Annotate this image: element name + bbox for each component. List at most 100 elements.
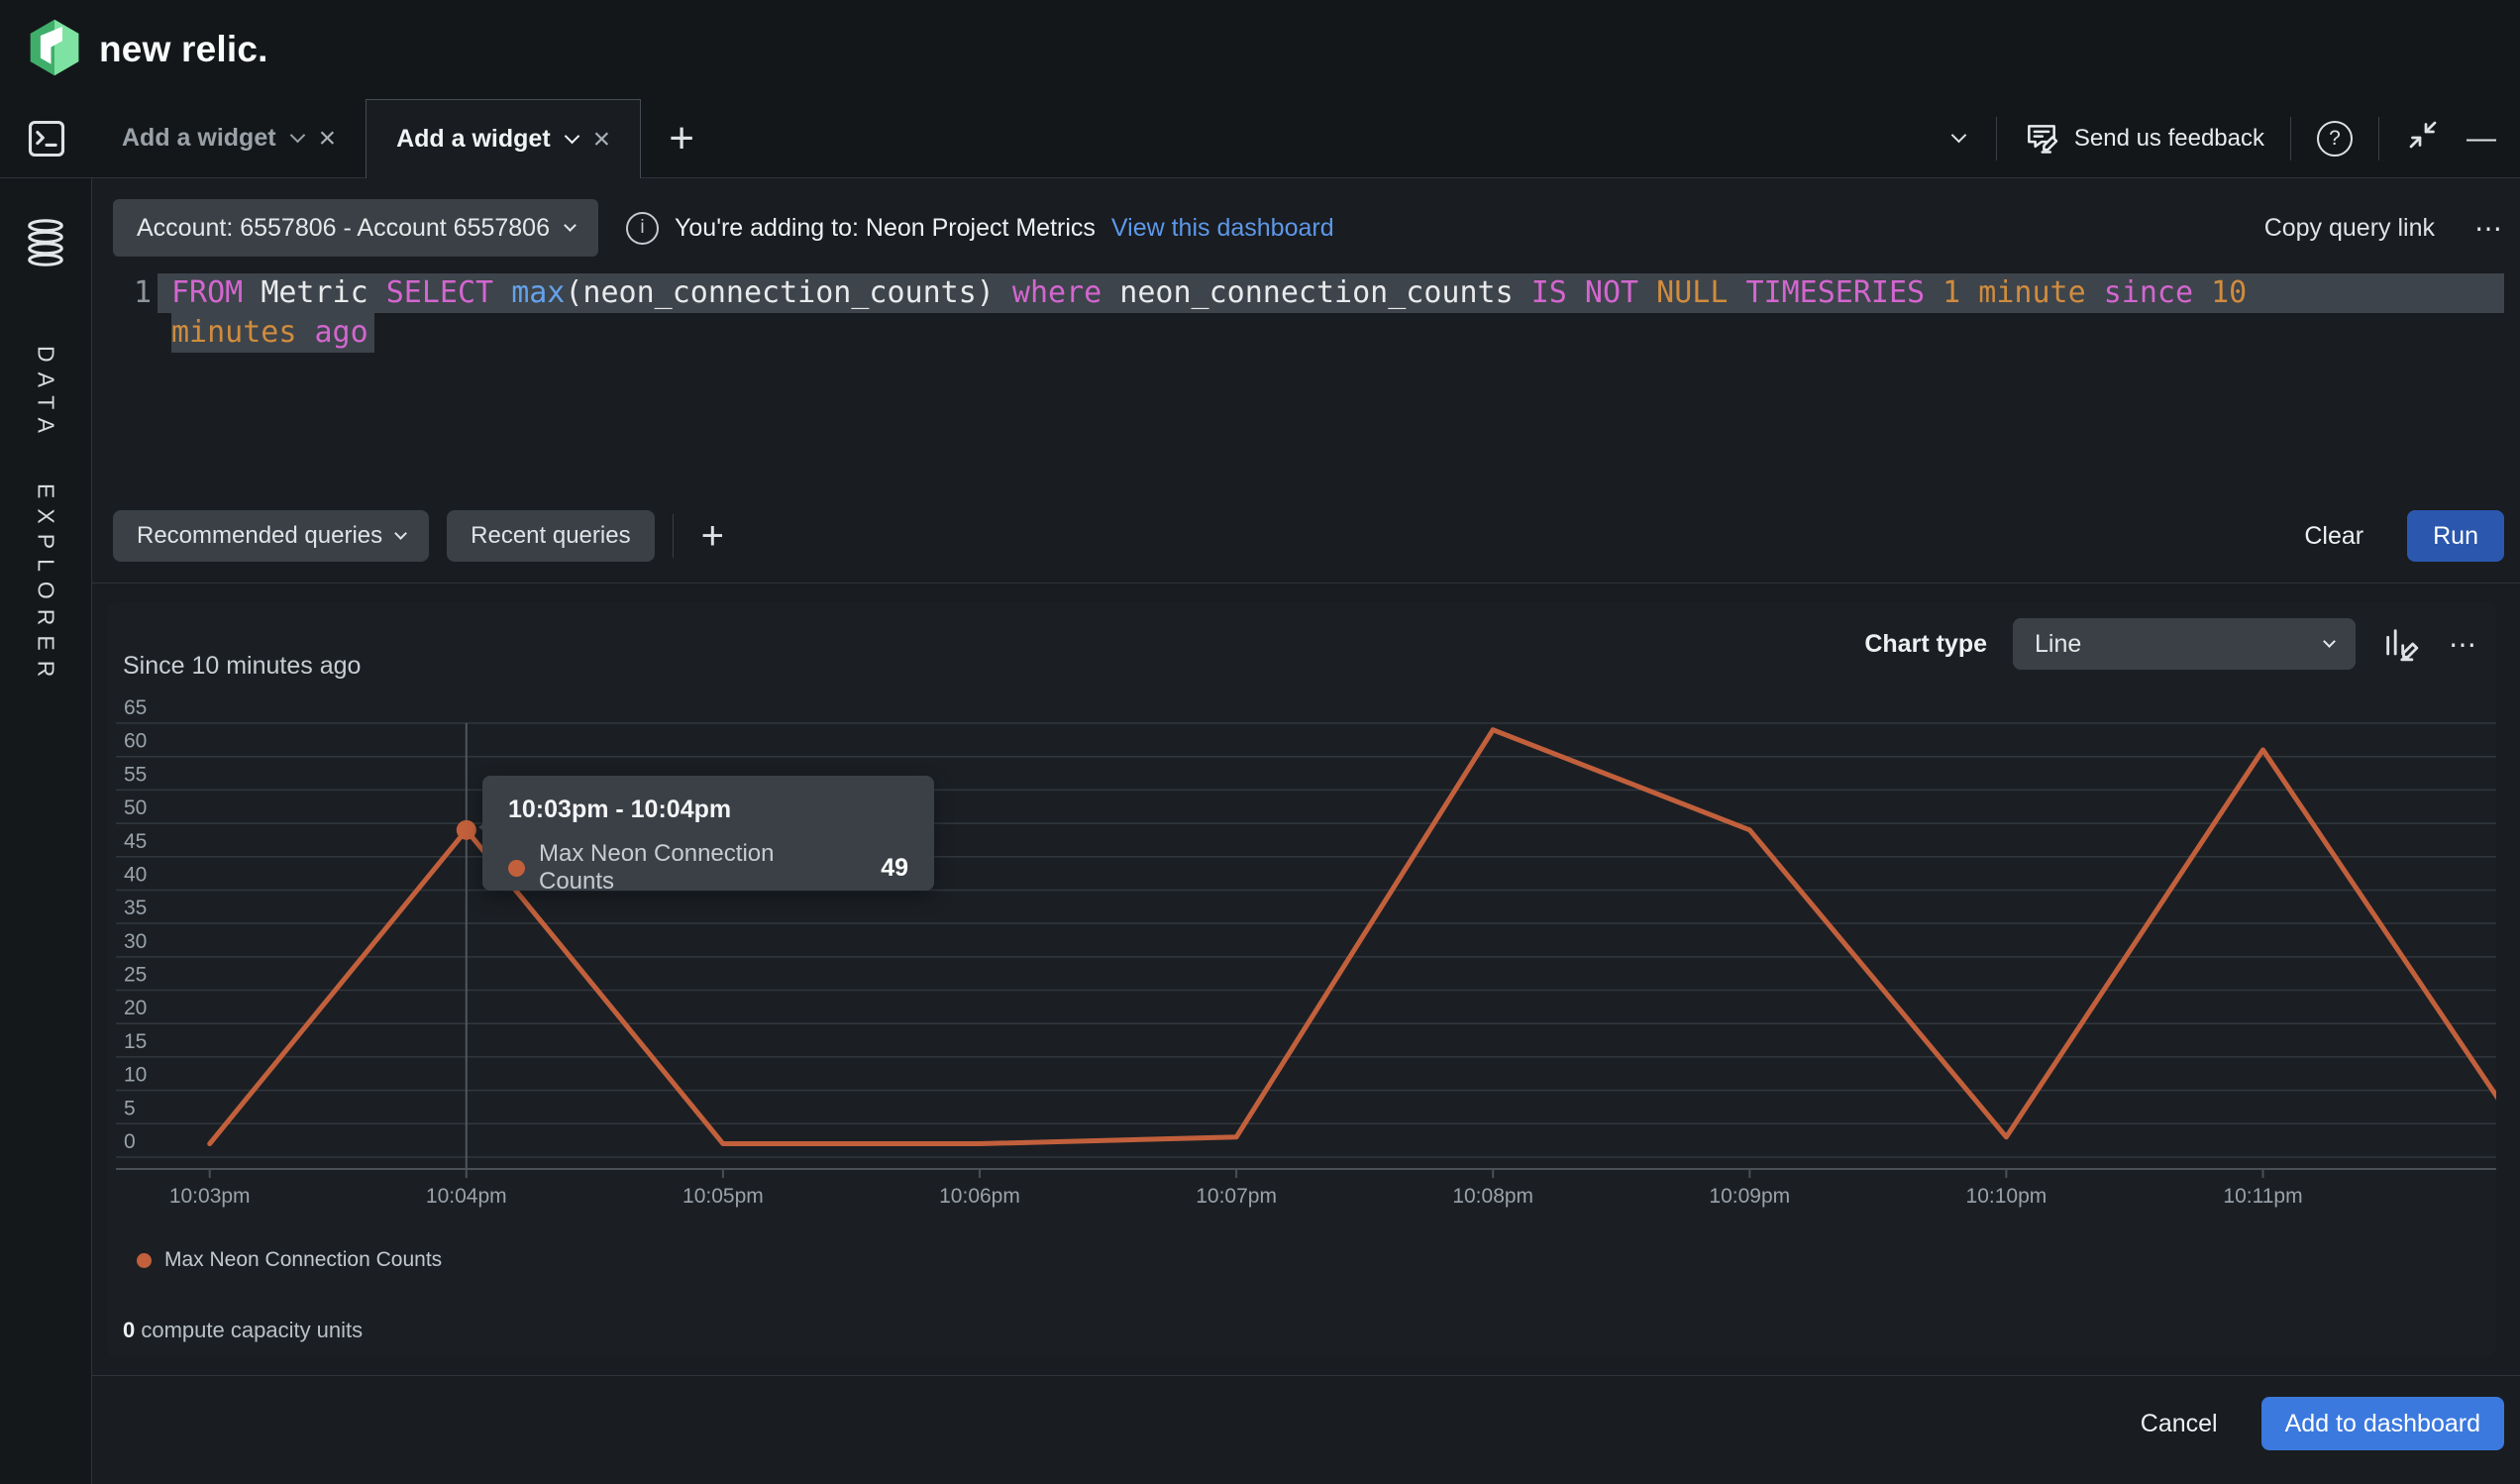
query-token: 1 minute xyxy=(1942,275,2104,310)
svg-text:55: 55 xyxy=(124,763,147,786)
clear-button[interactable]: Clear xyxy=(2304,522,2363,551)
cancel-button[interactable]: Cancel xyxy=(2141,1410,2218,1438)
chart-more-icon[interactable]: ⋯ xyxy=(2449,628,2478,661)
footer-actions: Cancel Add to dashboard xyxy=(2141,1397,2504,1450)
data-explorer-label: DATA EXPLORER xyxy=(33,346,59,687)
chart-panel-header: Chart type Line ⋯ xyxy=(1864,618,2478,670)
send-feedback-label: Send us feedback xyxy=(2074,125,2264,153)
chart-legend-item[interactable]: Max Neon Connection Counts xyxy=(137,1248,442,1272)
recent-queries-button[interactable]: Recent queries xyxy=(447,510,654,562)
query-console-icon[interactable] xyxy=(0,99,92,177)
svg-text:10:11pm: 10:11pm xyxy=(2223,1185,2302,1208)
query-token: Metric xyxy=(261,275,385,310)
body-row: DATA EXPLORER Account: 6557806 - Account… xyxy=(0,178,2520,1484)
nrql-editor[interactable]: 1 FROM Metric SELECT max(neon_connection… xyxy=(92,273,2504,353)
query-token: neon_connection_counts xyxy=(1119,275,1530,310)
svg-text:10:06pm: 10:06pm xyxy=(939,1185,1020,1208)
tooltip-series-dot xyxy=(508,860,525,877)
run-button[interactable]: Run xyxy=(2407,510,2504,562)
legend-dot xyxy=(137,1253,152,1268)
query-token: where xyxy=(1012,275,1119,310)
divider xyxy=(2378,117,2379,160)
svg-text:30: 30 xyxy=(124,930,147,953)
recommended-queries-label: Recommended queries xyxy=(137,522,382,550)
recent-queries-label: Recent queries xyxy=(471,522,630,550)
svg-text:50: 50 xyxy=(124,796,147,819)
query-token: since xyxy=(2104,275,2211,310)
newrelic-logo-icon xyxy=(26,18,83,82)
svg-text:0: 0 xyxy=(124,1130,136,1153)
svg-text:65: 65 xyxy=(124,696,147,719)
svg-text:25: 25 xyxy=(124,964,147,987)
chevron-down-icon[interactable] xyxy=(289,128,305,144)
chevron-down-icon xyxy=(564,219,577,232)
query-token: IS NOT xyxy=(1531,275,1656,310)
add-to-dashboard-button[interactable]: Add to dashboard xyxy=(2261,1397,2504,1450)
copy-query-link-button[interactable]: Copy query link xyxy=(2264,214,2435,243)
footnote-label: compute capacity units xyxy=(141,1318,363,1342)
brand: new relic. xyxy=(26,18,268,82)
account-selector-label: Account: 6557806 - Account 6557806 xyxy=(137,214,550,243)
chart-type-label: Chart type xyxy=(1864,630,1987,659)
query-token: ago xyxy=(315,315,368,350)
svg-text:10:04pm: 10:04pm xyxy=(426,1185,507,1208)
tab-add-widget-1[interactable]: Add a widget × xyxy=(92,99,366,177)
line-chart[interactable]: 6560555045403530252015105010:03pm10:04pm… xyxy=(116,693,2496,1228)
tooltip-time-range: 10:03pm - 10:04pm xyxy=(508,795,908,824)
database-icon[interactable] xyxy=(23,218,68,274)
view-dashboard-link[interactable]: View this dashboard xyxy=(1111,214,1334,243)
query-token: NULL xyxy=(1656,275,1745,310)
chevron-down-icon[interactable] xyxy=(564,129,579,145)
account-selector[interactable]: Account: 6557806 - Account 6557806 xyxy=(113,199,598,257)
tab-strip: Add a widget × Add a widget × + Send us … xyxy=(0,99,2520,178)
svg-text:60: 60 xyxy=(124,730,147,753)
close-icon[interactable]: × xyxy=(593,125,611,155)
footnote-value: 0 xyxy=(123,1318,135,1342)
divider xyxy=(2290,117,2291,160)
query-line-2[interactable]: minutes ago xyxy=(158,313,2504,353)
feedback-icon xyxy=(2023,120,2060,158)
collapse-icon[interactable] xyxy=(2405,117,2441,159)
chart-tooltip: 10:03pm - 10:04pm Max Neon Connection Co… xyxy=(482,776,934,891)
divider xyxy=(1996,117,1997,160)
chart-canvas: 6560555045403530252015105010:03pm10:04pm… xyxy=(116,693,2496,1228)
app-header: new relic. xyxy=(0,0,2520,99)
main-area: Account: 6557806 - Account 6557806 i You… xyxy=(92,178,2520,1484)
query-more-icon[interactable]: ⋯ xyxy=(2474,212,2504,245)
query-token: SELECT xyxy=(386,275,511,310)
svg-text:5: 5 xyxy=(124,1097,136,1119)
query-token: 10 xyxy=(2211,275,2247,310)
legend-label: Max Neon Connection Counts xyxy=(164,1248,442,1272)
tooltip-series-value: 49 xyxy=(881,854,908,883)
line-number: 1 xyxy=(92,273,152,313)
data-explorer-sidebar: DATA EXPLORER xyxy=(0,178,92,1484)
chart-type-select[interactable]: Line xyxy=(2013,618,2356,670)
recommended-queries-button[interactable]: Recommended queries xyxy=(113,510,429,562)
query-line-1[interactable]: FROM Metric SELECT max(neon_connection_c… xyxy=(158,273,2504,313)
send-feedback-button[interactable]: Send us feedback xyxy=(2023,120,2264,158)
tooltip-series-name: Max Neon Connection Counts xyxy=(539,840,855,896)
minimize-icon[interactable]: — xyxy=(2467,122,2494,156)
query-token: minutes xyxy=(171,315,315,350)
svg-text:35: 35 xyxy=(124,897,147,919)
svg-text:40: 40 xyxy=(124,863,147,886)
info-icon: i xyxy=(626,212,659,245)
close-icon[interactable]: × xyxy=(319,124,337,154)
add-query-button[interactable]: + xyxy=(691,514,734,559)
edit-chart-icon[interactable] xyxy=(2381,624,2421,664)
tab-strip-right-controls: Send us feedback ? — xyxy=(1953,99,2520,177)
query-token: max xyxy=(511,275,565,310)
chart-panel: Chart type Line ⋯ Since 10 minut xyxy=(107,602,2496,1357)
chevron-down-icon[interactable] xyxy=(1951,128,1967,144)
new-tab-button[interactable]: + xyxy=(641,99,722,177)
chart-type-value: Line xyxy=(2035,630,2081,659)
query-token: (neon_connection_counts) xyxy=(565,275,1012,310)
svg-text:10:10pm: 10:10pm xyxy=(1966,1185,2048,1208)
brand-name: new relic. xyxy=(99,29,268,70)
help-icon[interactable]: ? xyxy=(2317,121,2353,157)
tab-add-widget-2[interactable]: Add a widget × xyxy=(366,99,641,178)
divider xyxy=(92,1375,2520,1376)
chevron-down-icon xyxy=(394,527,407,540)
svg-text:45: 45 xyxy=(124,830,147,853)
tab-label: Add a widget xyxy=(396,125,551,154)
